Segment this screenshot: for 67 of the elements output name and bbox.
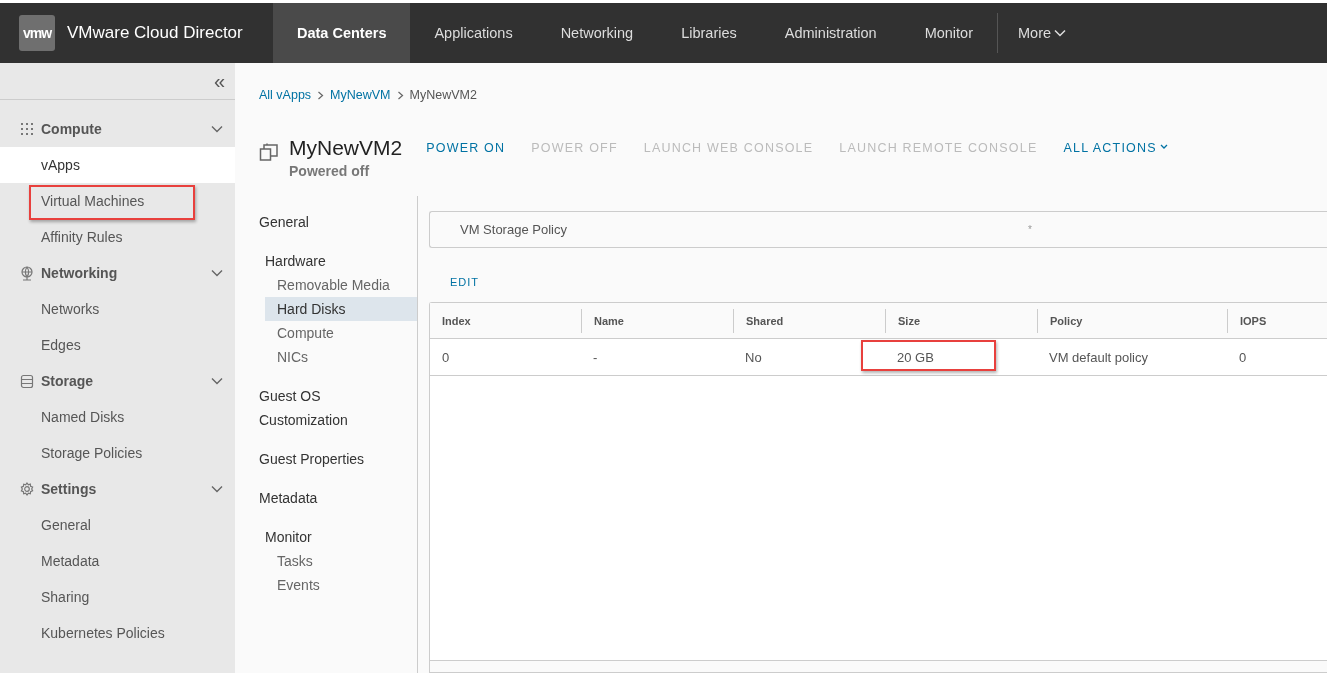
nav-tab[interactable]: Applications	[410, 3, 537, 63]
detail-nav-section[interactable]: Monitor	[235, 525, 405, 549]
column-header[interactable]: Policy	[1037, 308, 1227, 333]
sidebar-section-toggle[interactable]: Compute	[0, 111, 235, 147]
detail-nav-item[interactable]: Guest OS Customization	[235, 384, 405, 432]
table-cell-text: VM default policy	[1048, 349, 1149, 365]
action-button[interactable]: ALL ACTIONS	[1063, 141, 1168, 155]
breadcrumb-link[interactable]: All vApps	[259, 88, 312, 102]
action-button[interactable]: POWER ON	[426, 141, 506, 155]
table-cell-text: -	[592, 349, 599, 365]
sidebar-item[interactable]: General	[0, 507, 235, 543]
globe-icon	[20, 265, 34, 281]
sidebar-item[interactable]: Named Disks	[0, 399, 235, 435]
nav-tab[interactable]: Libraries	[657, 3, 761, 63]
sidebar-item[interactable]: Virtual Machines	[0, 183, 235, 219]
table-cell: 20 GB	[885, 349, 1037, 365]
breadcrumb-current: MyNewVM2	[409, 88, 477, 102]
vm-name: MyNewVM2	[289, 136, 403, 160]
sidebar-section-toggle[interactable]: Storage	[0, 363, 235, 399]
storage-policy-value: *	[1028, 224, 1032, 235]
vmw-logo[interactable]: vmw	[19, 15, 55, 51]
detail-nav-section[interactable]: Hardware	[235, 249, 405, 273]
collapse-button[interactable]: «	[213, 71, 225, 91]
column-header[interactable]: Name	[581, 308, 733, 333]
sidebar-item[interactable]: Edges	[0, 327, 235, 363]
column-header[interactable]: Index	[430, 308, 581, 333]
table-cell-text: No	[744, 349, 763, 365]
more-menu[interactable]: More	[998, 3, 1087, 63]
detail-nav-item[interactable]: Events	[265, 573, 417, 597]
sidebar-item[interactable]: Storage Policies	[0, 435, 235, 471]
detail-nav-item[interactable]: General	[235, 210, 405, 234]
detail-nav-item[interactable]: Compute	[265, 321, 417, 345]
column-header[interactable]: Shared	[733, 308, 885, 333]
detail-nav-item[interactable]: Metadata	[235, 486, 405, 510]
sidebar-section-toggle[interactable]: Networking	[0, 255, 235, 291]
detail-nav-item[interactable]: Tasks	[265, 549, 417, 573]
nav-tab[interactable]: Networking	[536, 3, 658, 63]
detail-nav-item[interactable]: NICs	[265, 345, 417, 369]
chevron-right-icon	[317, 90, 325, 100]
breadcrumb-link[interactable]: MyNewVM	[330, 88, 391, 102]
virtual-machine-icon	[259, 142, 279, 162]
chevron-down-icon	[1054, 29, 1067, 37]
app-title: VMware Cloud Director	[67, 23, 243, 43]
grid-dots-icon	[20, 121, 34, 137]
edit-button[interactable]: EDIT	[450, 276, 480, 288]
detail-nav-item[interactable]: Hard Disks	[265, 297, 417, 321]
sidebar-item[interactable]: Kubernetes Policies	[0, 615, 235, 651]
sidebar-item[interactable]: Sharing	[0, 579, 235, 615]
column-header[interactable]: Size	[885, 308, 1037, 333]
nav-tab[interactable]: Data Centers	[273, 3, 411, 63]
sidebar-item[interactable]: vApps	[0, 147, 235, 183]
detail-nav-item[interactable]: Removable Media	[265, 273, 417, 297]
storage-policy-label: VM Storage Policy	[460, 222, 568, 237]
sidebar-item[interactable]: Metadata	[0, 543, 235, 579]
gear-icon	[20, 481, 34, 497]
sidebar-section-toggle[interactable]: Settings	[0, 471, 235, 507]
table-cell-text: 0	[441, 349, 451, 365]
nav-tab[interactable]: Monitor	[900, 3, 997, 63]
vm-status: Powered off	[289, 163, 371, 179]
nav-tab[interactable]: Administration	[760, 3, 901, 63]
chevron-right-icon	[396, 90, 404, 100]
database-icon	[20, 373, 34, 389]
sidebar-item[interactable]: Networks	[0, 291, 235, 327]
detail-nav-item[interactable]: Guest Properties	[235, 447, 405, 471]
table-cell-text: 0	[1238, 349, 1248, 365]
sidebar-item[interactable]: Affinity Rules	[0, 219, 235, 255]
column-header[interactable]: IOPS	[1227, 308, 1327, 333]
